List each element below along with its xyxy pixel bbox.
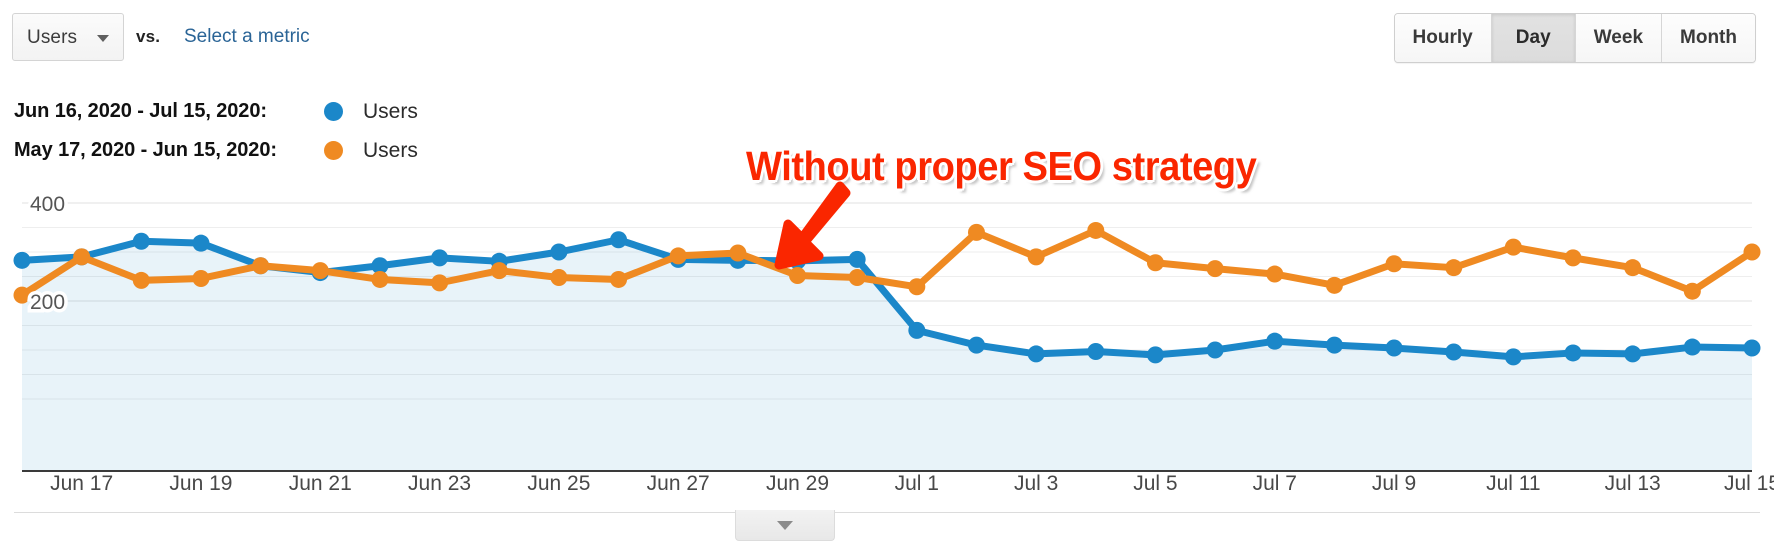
chart-data-point[interactable] bbox=[1445, 259, 1463, 277]
chart-data-point[interactable] bbox=[1683, 338, 1701, 356]
chart-data-point[interactable] bbox=[967, 223, 985, 241]
chart-data-point[interactable] bbox=[550, 243, 568, 261]
chart-plot-area[interactable]: 200 200 400 400 bbox=[0, 172, 1774, 472]
chart-data-point[interactable] bbox=[1027, 345, 1045, 363]
chart-legend: Jun 16, 2020 - Jul 15, 2020: Users May 1… bbox=[14, 92, 418, 170]
metric-selector-value: Users bbox=[27, 27, 78, 48]
x-axis-tick-label: Jul 3 bbox=[1013, 472, 1059, 495]
chart-data-point[interactable] bbox=[73, 248, 91, 266]
chart-data-point[interactable] bbox=[371, 270, 389, 288]
x-axis-tick-label: Jul 15 bbox=[1723, 472, 1774, 495]
chart-data-point[interactable] bbox=[132, 271, 150, 289]
x-axis-tick-label: Jun 29 bbox=[765, 472, 830, 495]
chart-data-point[interactable] bbox=[1504, 238, 1522, 256]
legend-color-dot-blue bbox=[324, 102, 343, 121]
chart-data-point[interactable] bbox=[1325, 276, 1343, 294]
granularity-button-day[interactable]: Day bbox=[1491, 14, 1576, 62]
granularity-button-hourly[interactable]: Hourly bbox=[1394, 14, 1492, 62]
x-axis-tick-label: Jun 17 bbox=[50, 472, 114, 495]
chart-data-point[interactable] bbox=[431, 274, 449, 292]
y-axis-tick-label: 200 bbox=[30, 291, 65, 314]
chart-data-point[interactable] bbox=[252, 257, 270, 275]
chart-data-point[interactable] bbox=[610, 231, 628, 249]
x-axis-tick-label: Jul 5 bbox=[1133, 472, 1178, 495]
chart-data-point[interactable] bbox=[1206, 260, 1224, 278]
x-axis-tick-label: Jun 25 bbox=[527, 472, 591, 495]
y-axis-tick-label: 400 bbox=[30, 193, 65, 216]
legend-metric-name-current: Users bbox=[363, 99, 418, 123]
x-axis-tick-label: Jun 23 bbox=[408, 472, 472, 495]
chart-data-point[interactable] bbox=[13, 251, 31, 269]
footer-divider bbox=[14, 512, 1760, 523]
chart-data-point[interactable] bbox=[729, 244, 747, 262]
chart-data-point[interactable] bbox=[610, 270, 628, 288]
chart-data-point[interactable] bbox=[13, 286, 31, 304]
chart-data-point[interactable] bbox=[1385, 339, 1403, 357]
chart-data-point[interactable] bbox=[1743, 339, 1761, 357]
chart-data-point[interactable] bbox=[192, 234, 210, 252]
chart-data-point[interactable] bbox=[908, 278, 926, 296]
analytics-chart-panel: Users vs. Select a metric Hourly Day Wee… bbox=[0, 0, 1774, 546]
granularity-button-group[interactable]: Hourly Day Week Month bbox=[1393, 13, 1756, 63]
chart-data-point[interactable] bbox=[192, 269, 210, 287]
chart-data-point[interactable] bbox=[1743, 243, 1761, 261]
chart-data-point[interactable] bbox=[1325, 336, 1343, 354]
chart-data-point[interactable] bbox=[1683, 282, 1701, 300]
x-axis-tick-label: Jun 27 bbox=[646, 472, 710, 495]
legend-date-range-current: Jun 16, 2020 - Jul 15, 2020: bbox=[14, 100, 267, 122]
x-axis-tick-label: Jun 19 bbox=[169, 472, 233, 495]
chart-data-point[interactable] bbox=[1564, 344, 1582, 362]
metric-selector-dropdown[interactable]: Users bbox=[12, 13, 124, 61]
legend-item-previous[interactable]: May 17, 2020 - Jun 15, 2020: Users bbox=[14, 131, 418, 170]
chevron-down-icon bbox=[97, 35, 109, 42]
chart-data-point[interactable] bbox=[1027, 248, 1045, 266]
legend-metric-name-previous: Users bbox=[363, 138, 418, 162]
chart-toolbar: Users vs. Select a metric Hourly Day Wee… bbox=[0, 0, 1774, 78]
chart-data-point[interactable] bbox=[669, 247, 687, 265]
select-a-metric-link[interactable]: Select a metric bbox=[184, 26, 310, 48]
chart-data-point[interactable] bbox=[1146, 254, 1164, 272]
chart-data-point[interactable] bbox=[1624, 345, 1642, 363]
chart-data-point[interactable] bbox=[848, 268, 866, 286]
chart-canvas: 200200400400 bbox=[13, 190, 1761, 472]
chart-data-point[interactable] bbox=[967, 336, 985, 354]
chart-data-point[interactable] bbox=[1266, 332, 1284, 350]
chart-data-point[interactable] bbox=[1624, 259, 1642, 277]
chart-data-point[interactable] bbox=[490, 262, 508, 280]
x-axis-tick-label: Jul 7 bbox=[1252, 472, 1297, 495]
chart-data-point[interactable] bbox=[550, 268, 568, 286]
granularity-button-month[interactable]: Month bbox=[1662, 14, 1755, 62]
vs-label: vs. bbox=[136, 27, 161, 46]
legend-date-range-previous: May 17, 2020 - Jun 15, 2020: bbox=[14, 139, 277, 161]
collapse-panel-handle[interactable] bbox=[735, 510, 835, 541]
granularity-button-week[interactable]: Week bbox=[1575, 14, 1663, 62]
legend-color-dot-orange bbox=[324, 141, 343, 160]
chart-data-point[interactable] bbox=[789, 267, 807, 285]
chart-data-point[interactable] bbox=[1146, 346, 1164, 364]
x-axis-tick-label: Jun 21 bbox=[288, 472, 352, 495]
chart-data-point[interactable] bbox=[1266, 265, 1284, 283]
chart-data-point[interactable] bbox=[789, 252, 807, 270]
chart-data-point[interactable] bbox=[848, 250, 866, 268]
legend-item-current[interactable]: Jun 16, 2020 - Jul 15, 2020: Users bbox=[14, 92, 418, 131]
chart-data-point[interactable] bbox=[431, 249, 449, 267]
chart-data-point[interactable] bbox=[1087, 342, 1105, 360]
x-axis-labels: Jun 17 Jun 19 Jun 21 Jun 23 Jun 25 Jun 27 Jun … bbox=[0, 472, 1774, 506]
y-axis-labels: 200200400400 bbox=[27, 190, 69, 318]
annotation-text: Without proper SEO strategy bbox=[746, 143, 1257, 189]
chart-data-point[interactable] bbox=[1087, 221, 1105, 239]
x-axis-tick-label: Jul 13 bbox=[1604, 472, 1661, 495]
x-axis-tick-label: Jul 11 bbox=[1486, 472, 1541, 495]
x-axis-tick-label: Jul 1 bbox=[894, 472, 939, 495]
chart-data-point[interactable] bbox=[1385, 255, 1403, 273]
chart-data-point[interactable] bbox=[1504, 348, 1522, 366]
chart-data-point[interactable] bbox=[908, 321, 926, 339]
chart-data-point[interactable] bbox=[1445, 343, 1463, 361]
chart-data-point[interactable] bbox=[1206, 341, 1224, 359]
chart-data-point[interactable] bbox=[311, 262, 329, 280]
chart-data-point[interactable] bbox=[132, 232, 150, 250]
chevron-down-icon bbox=[777, 521, 793, 530]
x-axis-tick-label: Jul 9 bbox=[1371, 472, 1417, 495]
chart-data-point[interactable] bbox=[1564, 249, 1582, 267]
